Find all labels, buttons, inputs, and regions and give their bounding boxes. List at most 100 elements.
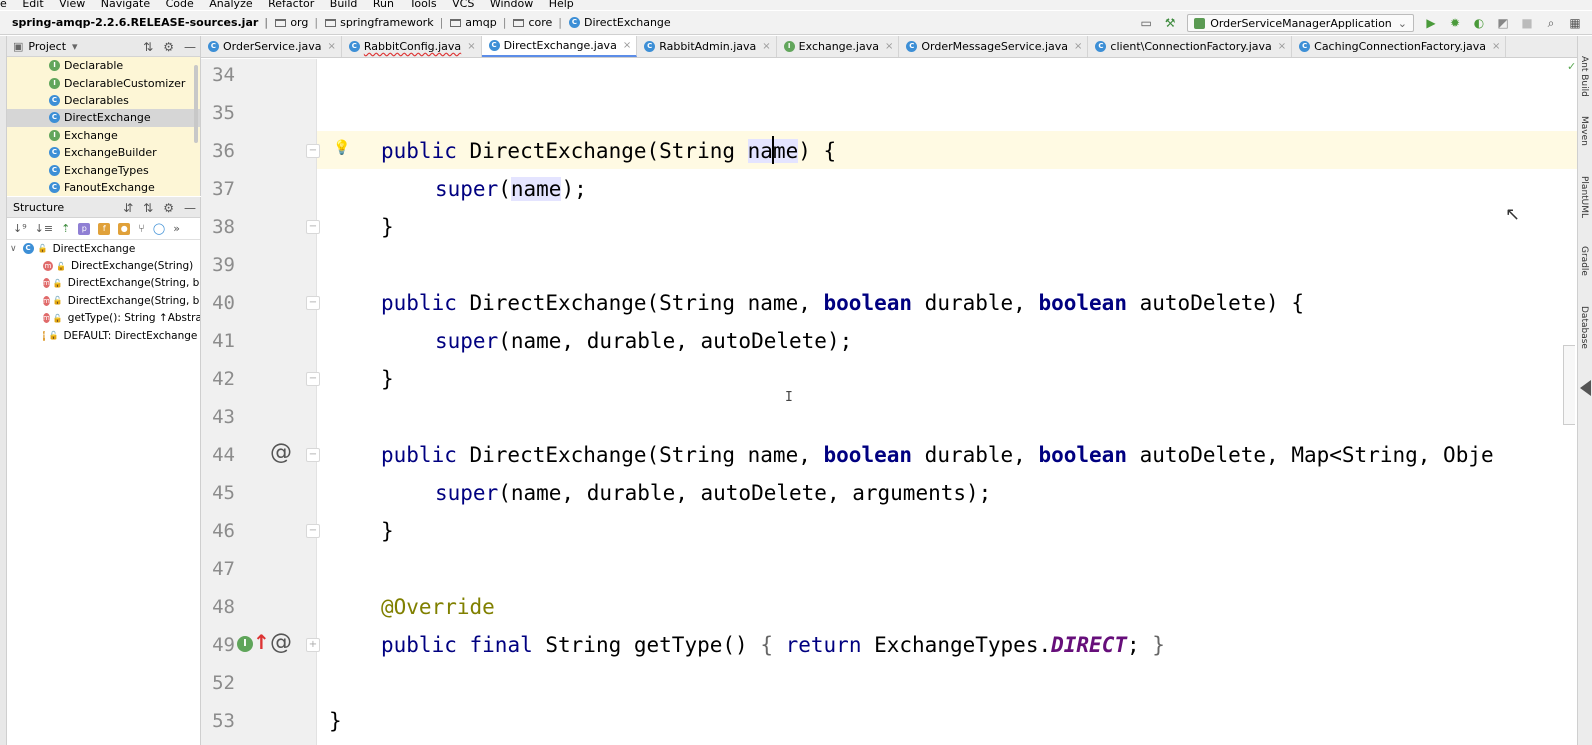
line-number: 49	[212, 634, 235, 656]
tool-maven[interactable]: Maven	[1579, 116, 1589, 146]
project-panel-title[interactable]: Project	[28, 40, 66, 53]
close-icon[interactable]: ×	[885, 41, 893, 52]
debug-icon[interactable]: ✹	[1448, 16, 1462, 30]
close-icon[interactable]: ×	[762, 41, 770, 52]
tab-label: DirectExchange.java	[503, 39, 617, 52]
code-line: 52	[0, 664, 1576, 702]
check-icon: ✓	[1567, 60, 1577, 73]
tab-direct-exchange[interactable]: C DirectExchange.java ×	[481, 36, 638, 57]
stop-icon[interactable]: ■	[1520, 16, 1534, 30]
menu-build[interactable]: Build	[330, 0, 358, 9]
build-hammer-icon[interactable]: ⚒	[1163, 16, 1177, 30]
menu-vcs[interactable]: VCS	[452, 0, 474, 9]
tab-exchange[interactable]: I Exchange.java ×	[777, 36, 900, 57]
line-number: 39	[212, 254, 235, 276]
breadcrumb-amqp[interactable]: amqp |	[447, 11, 510, 35]
code-line: 45 super(name, durable, autoDelete, argu…	[0, 474, 1576, 512]
layout-icon[interactable]: ▭	[1139, 16, 1153, 30]
tool-plantuml[interactable]: PlantUML	[1579, 176, 1589, 218]
editor-scrollbar[interactable]	[1563, 345, 1575, 425]
tab-connection-factory[interactable]: Cclient\ConnectionFactory.java ×	[1088, 36, 1293, 57]
fold-end-icon[interactable]: −	[306, 372, 320, 386]
class-icon: C	[1095, 41, 1107, 52]
tab-label: client\ConnectionFactory.java	[1110, 40, 1272, 53]
class-icon: C	[644, 41, 656, 52]
menu-help[interactable]: Help	[549, 0, 574, 9]
fold-collapse-icon[interactable]: −	[306, 448, 320, 462]
run-config-select[interactable]: OrderServiceManagerApplication ⌄	[1187, 14, 1414, 32]
code-line: 44 @ public DirectExchange(String name, …	[0, 436, 1576, 474]
menu-window[interactable]: Window	[490, 0, 533, 9]
fold-expand-icon[interactable]: +	[306, 638, 320, 652]
breadcrumb-jar[interactable]: spring-amqp-2.2.6.RELEASE-sources.jar |	[0, 11, 272, 35]
tool-ant-build[interactable]: Ant Build	[1579, 56, 1589, 97]
class-icon: C	[488, 40, 500, 51]
code-text: super(name, durable, autoDelete);	[435, 329, 853, 353]
gear-icon[interactable]: ⚙	[163, 40, 174, 54]
menu-code[interactable]: Code	[166, 0, 194, 9]
breadcrumb-label: core	[528, 16, 553, 29]
code-text: public final String getType() { return E…	[381, 633, 1165, 657]
layout-grid-icon[interactable]: ▦	[1568, 16, 1582, 30]
navigation-bar: spring-amqp-2.2.6.RELEASE-sources.jar | o…	[0, 11, 1592, 35]
menu-navigate[interactable]: Navigate	[101, 0, 150, 9]
tool-gradle[interactable]: Gradle	[1579, 246, 1589, 276]
right-tool-stripe: Ant Build Maven PlantUML Gradle Database	[1577, 36, 1592, 745]
implements-icon[interactable]: I	[237, 636, 253, 652]
fold-end-icon[interactable]: −	[306, 220, 320, 234]
breadcrumb-label: amqp	[465, 16, 497, 29]
menu-run[interactable]: Run	[373, 0, 394, 9]
breadcrumb-current[interactable]: C DirectExchange	[566, 11, 675, 35]
close-icon[interactable]: ×	[327, 41, 335, 52]
tab-order-service[interactable]: C OrderService.java ×	[201, 36, 342, 57]
breadcrumb-org[interactable]: org |	[272, 11, 322, 35]
close-icon[interactable]: ×	[1074, 41, 1082, 52]
breadcrumb-core[interactable]: core |	[510, 11, 566, 35]
line-number: 44	[212, 444, 235, 466]
code-line: 46 }	[0, 512, 1576, 550]
caret	[772, 136, 774, 164]
collapse-all-icon[interactable]: ⇅	[143, 40, 153, 54]
close-icon[interactable]: ×	[1278, 41, 1286, 52]
fold-end-icon[interactable]: −	[306, 524, 320, 538]
tab-label: RabbitAdmin.java	[659, 40, 757, 53]
code-line: 48 @Override	[0, 588, 1576, 626]
fold-collapse-icon[interactable]: −	[306, 296, 320, 310]
override-arrow-icon[interactable]: ↑	[253, 630, 270, 654]
run-icon[interactable]: ▶	[1424, 16, 1438, 30]
menu-file[interactable]: le	[0, 0, 7, 9]
search-icon[interactable]: ⌕	[1544, 16, 1558, 30]
tab-caching-connection-factory[interactable]: C CachingConnectionFactory.java ×	[1292, 36, 1507, 57]
close-icon[interactable]: ×	[467, 41, 475, 52]
collapse-triangle-icon[interactable]	[1580, 380, 1591, 396]
tab-label: Exchange.java	[798, 40, 879, 53]
spring-boot-icon	[1194, 17, 1206, 29]
chevron-down-icon: ⌄	[1397, 16, 1407, 30]
profile-icon[interactable]: ◩	[1496, 16, 1510, 30]
close-icon[interactable]: ×	[623, 40, 631, 51]
fold-collapse-icon[interactable]: −	[306, 144, 320, 158]
tab-rabbit-admin[interactable]: C RabbitAdmin.java ×	[637, 36, 777, 57]
tab-rabbit-config[interactable]: C RabbitConfig.java ×	[342, 36, 482, 57]
lightbulb-icon[interactable]: 💡	[333, 140, 350, 156]
menu-tools[interactable]: Tools	[410, 0, 437, 9]
tab-order-message-service[interactable]: C OrderMessageService.java ×	[899, 36, 1089, 57]
menu-view[interactable]: View	[59, 0, 85, 9]
code-line: 53 }	[0, 702, 1576, 740]
breadcrumb-label: springframework	[340, 16, 434, 29]
annotation-marker-icon[interactable]: @	[270, 630, 292, 655]
chevron-down-icon[interactable]: ▾	[72, 40, 78, 53]
tool-database[interactable]: Database	[1579, 306, 1589, 349]
close-icon[interactable]: ×	[1492, 41, 1500, 52]
breadcrumb-springframework[interactable]: springframework |	[322, 11, 447, 35]
menu-analyze[interactable]: Analyze	[209, 0, 252, 9]
menu-edit[interactable]: Edit	[22, 0, 43, 9]
code-line: 34	[0, 56, 1576, 94]
line-number: 34	[212, 64, 235, 86]
class-icon: C	[568, 17, 580, 28]
minimize-icon[interactable]: —	[184, 40, 196, 54]
annotation-marker-icon[interactable]: @	[270, 440, 292, 465]
coverage-icon[interactable]: ◐	[1472, 16, 1486, 30]
code-text: public DirectExchange(String name) {	[381, 139, 837, 163]
menu-refactor[interactable]: Refactor	[268, 0, 314, 9]
